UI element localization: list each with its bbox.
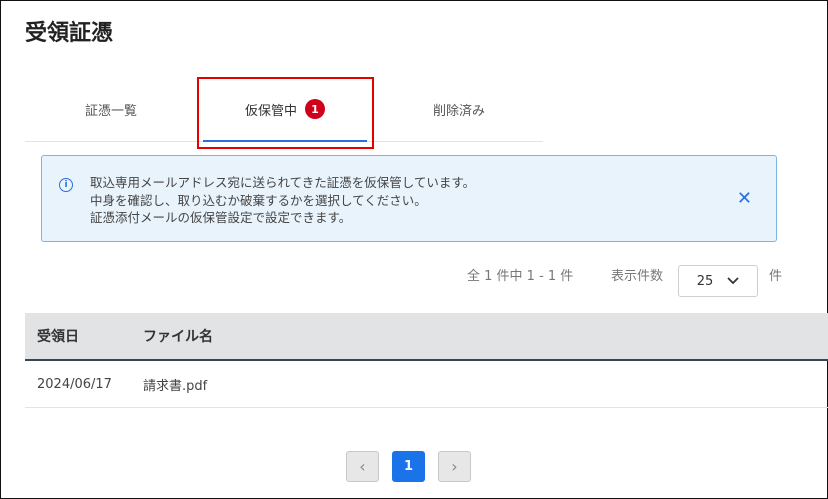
notice-text: 取込専用メールアドレス宛に送られてきた証憑を仮保管しています。 中身を確認し、取… xyxy=(90,174,475,227)
per-page-label: 表示件数 xyxy=(611,269,664,284)
info-icon: i xyxy=(59,178,73,192)
pagination: ‹ 1 › xyxy=(346,451,471,482)
chevron-down-icon xyxy=(727,277,739,285)
per-page-unit: 件 xyxy=(769,269,783,284)
notice-line: 取込専用メールアドレス宛に送られてきた証憑を仮保管しています。 xyxy=(90,175,476,190)
table-row[interactable]: 2024/06/17 請求書.pdf xyxy=(25,361,828,408)
tab-receipts[interactable]: 証憑一覧 xyxy=(59,77,163,141)
notice-line: 中身を確認し、取り込むか破棄するかを選択してください。 xyxy=(90,192,427,208)
active-tab-indicator xyxy=(203,140,367,142)
page-1-button[interactable]: 1 xyxy=(392,451,425,482)
tab-deleted-label: 削除済み xyxy=(432,103,485,119)
column-header-filename[interactable]: ファイル名 xyxy=(143,326,213,346)
window-frame: 受領証憑 証憑一覧 仮保管中 1 削除済み i 取込専用メールアドレス宛に送られ… xyxy=(0,0,828,499)
per-page-select[interactable]: 25 xyxy=(678,265,758,297)
record-count: 全 1 件中 1 - 1 件 xyxy=(467,269,574,284)
tab-on-hold-label: 仮保管中 xyxy=(244,103,297,119)
column-header-date[interactable]: 受領日 xyxy=(37,326,79,346)
row-filename[interactable]: 請求書.pdf xyxy=(143,375,207,394)
tab-deleted[interactable]: 削除済み xyxy=(403,77,515,141)
row-date: 2024/06/17 xyxy=(37,376,112,392)
next-page-button[interactable]: › xyxy=(438,451,471,482)
pending-count-badge: 1 xyxy=(305,99,325,119)
prev-page-button[interactable]: ‹ xyxy=(346,451,379,482)
per-page-value: 25 xyxy=(696,273,714,289)
info-notice: i 取込専用メールアドレス宛に送られてきた証憑を仮保管しています。 中身を確認し… xyxy=(41,155,777,242)
documents-table: 受領日 ファイル名 2024/06/17 請求書.pdf xyxy=(25,313,828,408)
notice-line: 証憑添付メールの仮保管設定で設定できます。 xyxy=(90,210,352,225)
tab-on-hold[interactable]: 仮保管中 1 xyxy=(203,77,367,142)
close-icon[interactable]: ✕ xyxy=(737,190,752,208)
tab-receipts-label: 証憑一覧 xyxy=(84,103,137,119)
page-title: 受領証憑 xyxy=(25,21,114,46)
table-header: 受領日 ファイル名 xyxy=(25,313,828,361)
tab-bar: 証憑一覧 仮保管中 1 削除済み xyxy=(25,77,543,142)
